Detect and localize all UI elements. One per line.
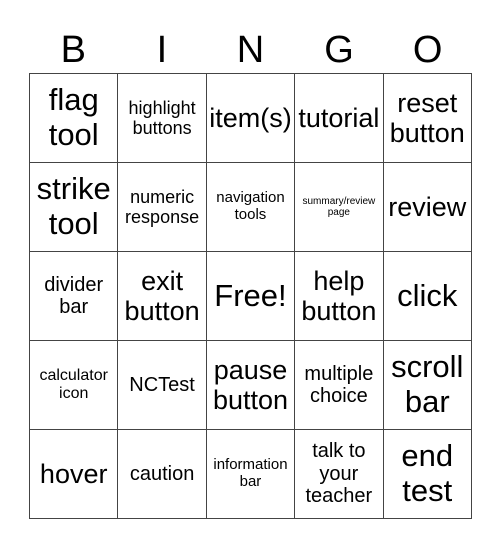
bingo-cell[interactable]: item(s) <box>205 73 296 163</box>
bingo-cell[interactable]: NCTest <box>117 340 207 430</box>
bingo-cell[interactable]: reset button <box>382 73 473 163</box>
grid-row: divider bar exit button Free! help butto… <box>28 251 473 341</box>
bingo-cell[interactable]: pause button <box>205 340 296 430</box>
bingo-cell[interactable]: navigation tools <box>205 162 296 252</box>
bingo-cell[interactable]: scroll bar <box>382 340 473 430</box>
bingo-cell[interactable]: information bar <box>205 429 296 519</box>
header-letter-g: G <box>324 29 354 71</box>
bingo-cell[interactable]: multiple choice <box>294 340 384 430</box>
bingo-cell[interactable]: highlight buttons <box>117 73 207 163</box>
header-letter-b: B <box>60 29 86 71</box>
bingo-header: B I N G O <box>29 28 472 73</box>
bingo-cell[interactable]: review <box>382 162 473 252</box>
bingo-cell[interactable]: end test <box>382 429 473 519</box>
bingo-cell[interactable]: caution <box>117 429 207 519</box>
free-space-cell[interactable]: Free! <box>205 251 296 341</box>
bingo-cell[interactable]: tutorial <box>294 73 384 163</box>
grid-row: flag tool highlight buttons item(s) tuto… <box>28 73 473 163</box>
bingo-cell[interactable]: flag tool <box>28 73 119 163</box>
bingo-cell[interactable]: exit button <box>117 251 207 341</box>
bingo-cell[interactable]: click <box>382 251 473 341</box>
grid-row: calculator icon NCTest pause button mult… <box>28 340 473 430</box>
grid-row: strike tool numeric response navigation … <box>28 162 473 252</box>
bingo-cell[interactable]: strike tool <box>28 162 119 252</box>
bingo-cell[interactable]: help button <box>294 251 384 341</box>
header-letter-i: I <box>156 29 168 71</box>
header-letter-n: N <box>236 29 265 71</box>
header-letter-o: O <box>412 29 443 71</box>
bingo-cell[interactable]: calculator icon <box>28 340 119 430</box>
bingo-cell[interactable]: numeric response <box>117 162 207 252</box>
grid-row: hover caution information bar talk to yo… <box>28 429 473 519</box>
bingo-cell[interactable]: talk to your teacher <box>294 429 384 519</box>
bingo-cell[interactable]: divider bar <box>28 251 119 341</box>
bingo-grid: flag tool highlight buttons item(s) tuto… <box>28 73 473 519</box>
bingo-cell[interactable]: hover <box>28 429 119 519</box>
bingo-cell[interactable]: summary/review page <box>294 162 384 252</box>
